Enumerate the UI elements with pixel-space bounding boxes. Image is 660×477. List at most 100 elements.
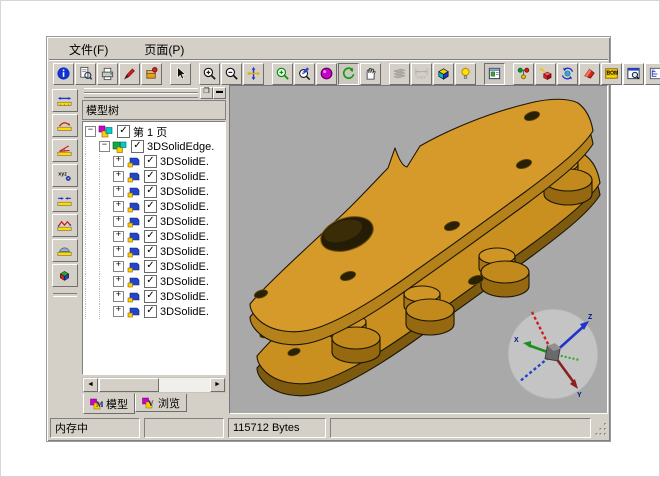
zoom-window-button[interactable] <box>272 63 293 85</box>
menu-page[interactable]: 页面(P) <box>140 40 188 59</box>
tree-label[interactable]: 3DSolidE. <box>160 171 209 183</box>
measure-horizontal-distance-button[interactable] <box>52 89 78 112</box>
tree-row-part[interactable]: +✓3DSolidE. <box>85 199 225 214</box>
pan-hand-button[interactable] <box>360 63 381 85</box>
tree-label[interactable]: 第 1 页 <box>133 124 167 140</box>
info-button[interactable] <box>53 63 74 85</box>
tree-label[interactable]: 3DSolidE. <box>160 261 209 273</box>
tree-row-part[interactable]: + ✓3DSolidE. <box>85 169 225 184</box>
expand-icon[interactable]: + <box>113 261 124 272</box>
tree-horizontal-scrollbar[interactable]: ◄ ► <box>82 377 226 393</box>
scroll-right-button[interactable]: ► <box>210 378 225 392</box>
tree-row-assembly[interactable]: − ✓ 3DSolidEdge. <box>85 139 225 154</box>
pan-arrows-button[interactable] <box>243 63 264 85</box>
tree-row-part[interactable]: + ✓3DSolidE. <box>85 289 225 304</box>
tree-label[interactable]: 3DSolidE. <box>160 276 209 288</box>
page-layout-button[interactable] <box>484 63 505 85</box>
orientation-gizmo[interactable]: Z Y X <box>508 309 598 399</box>
visibility-checkbox[interactable]: ✓ <box>144 260 157 273</box>
tree-row-part[interactable]: + ✓3DSolidE. <box>85 154 225 169</box>
panel-dock-header[interactable]: ❐ ▬ <box>82 87 226 98</box>
tree-row-part[interactable]: + ✓3DSolidE. <box>85 229 225 244</box>
tab-model[interactable]: M 模型 <box>83 393 135 414</box>
markup-pen-button[interactable] <box>119 63 140 85</box>
tree-label[interactable]: 3DSolidE. <box>160 306 209 318</box>
zoom-out-button[interactable] <box>221 63 242 85</box>
structure-tree-button[interactable] <box>645 63 660 85</box>
measure-coordinate-button[interactable]: xyz <box>52 164 78 187</box>
visibility-checkbox[interactable]: ✓ <box>144 245 157 258</box>
visibility-checkbox[interactable]: ✓ <box>144 185 157 198</box>
expand-icon[interactable]: + <box>113 276 124 287</box>
print-preview-button[interactable] <box>75 63 96 85</box>
expand-icon[interactable]: + <box>113 216 124 227</box>
tree-label[interactable]: 3DSolidE. <box>160 231 209 243</box>
menu-file[interactable]: 文件(F) <box>65 40 112 59</box>
measure-angle-button[interactable] <box>52 139 78 162</box>
bom-table-button[interactable]: BOM <box>601 63 622 85</box>
tree-row-part[interactable]: + ✓3DSolidE. <box>85 259 225 274</box>
expand-icon[interactable]: + <box>113 171 124 182</box>
visibility-checkbox[interactable]: ✓ <box>144 155 157 168</box>
tree-label[interactable]: 3DSolidE. <box>160 291 209 303</box>
dimension-format-button[interactable]: FMT <box>411 63 432 85</box>
scroll-left-button[interactable]: ◄ <box>83 378 98 392</box>
panel-float-button[interactable]: ❐ <box>200 87 213 99</box>
visibility-checkbox[interactable]: ✓ <box>144 290 157 303</box>
tree-label[interactable]: 3DSolidE. <box>160 201 209 213</box>
tree-label[interactable]: 3DSolidE. <box>160 246 209 258</box>
expand-icon[interactable]: + <box>113 156 124 167</box>
tree-row-page[interactable]: − ✓ 第 1 页 <box>85 124 225 139</box>
resize-grip[interactable] <box>595 420 608 436</box>
tree-label[interactable]: 3DSolidEdge. <box>147 141 214 153</box>
stamp-button[interactable] <box>141 63 162 85</box>
visibility-checkbox[interactable]: ✓ <box>144 170 157 183</box>
measure-volume-button[interactable] <box>52 264 78 287</box>
measure-radius-button[interactable] <box>52 114 78 137</box>
tree-label[interactable]: 3DSolidE. <box>160 216 209 228</box>
visibility-checkbox[interactable]: ✓ <box>144 215 157 228</box>
visibility-checkbox[interactable]: ✓ <box>144 275 157 288</box>
tree-row-part[interactable]: + ✓3DSolidE. <box>85 184 225 199</box>
measure-arc-button[interactable] <box>52 239 78 262</box>
tree-label[interactable]: 3DSolidE. <box>160 186 209 198</box>
tree-row-part[interactable]: + ✓3DSolidE. <box>85 214 225 229</box>
properties-window-button[interactable] <box>623 63 644 85</box>
layers-button[interactable] <box>389 63 410 85</box>
visibility-checkbox[interactable]: ✓ <box>131 140 144 153</box>
lighting-button[interactable] <box>455 63 476 85</box>
expand-icon[interactable]: + <box>113 186 124 197</box>
tree-row-part[interactable]: + ✓3DSolidE. <box>85 244 225 259</box>
zoom-select-button[interactable] <box>294 63 315 85</box>
expand-icon[interactable]: + <box>113 246 124 257</box>
zoom-in-button[interactable] <box>199 63 220 85</box>
collapse-icon[interactable]: − <box>99 141 110 152</box>
measure-polyline-button[interactable] <box>52 214 78 237</box>
rotate-view-button[interactable] <box>338 63 359 85</box>
move-part-button[interactable] <box>535 63 556 85</box>
material-cube-button[interactable] <box>433 63 454 85</box>
viewport-canvas[interactable]: Z Y X <box>229 85 608 414</box>
expand-icon[interactable]: + <box>113 306 124 317</box>
select-cursor-button[interactable] <box>170 63 191 85</box>
collapse-icon[interactable]: − <box>85 126 96 137</box>
print-button[interactable] <box>97 63 118 85</box>
dock-gripper[interactable] <box>84 93 198 98</box>
tab-browse[interactable]: V 浏览 <box>135 394 187 412</box>
scroll-track[interactable] <box>159 378 210 392</box>
visibility-checkbox[interactable]: ✓ <box>144 305 157 318</box>
measure-distance-button[interactable] <box>52 189 78 212</box>
expand-icon[interactable]: + <box>113 231 124 242</box>
expand-icon[interactable]: + <box>113 291 124 302</box>
rotate-part-button[interactable] <box>557 63 578 85</box>
visibility-checkbox[interactable]: ✓ <box>117 125 130 138</box>
3d-model[interactable]: Z Y X <box>230 86 606 412</box>
panel-hide-button[interactable]: ▬ <box>213 87 226 99</box>
tree-label[interactable]: 3DSolidE. <box>160 156 209 168</box>
visibility-checkbox[interactable]: ✓ <box>144 230 157 243</box>
tree-row-part[interactable]: + ✓3DSolidE. <box>85 304 225 319</box>
scroll-thumb[interactable] <box>99 378 159 392</box>
render-mode-button[interactable] <box>316 63 337 85</box>
assembly-structure-button[interactable] <box>513 63 534 85</box>
tree-row-part[interactable]: + ✓3DSolidE. <box>85 274 225 289</box>
